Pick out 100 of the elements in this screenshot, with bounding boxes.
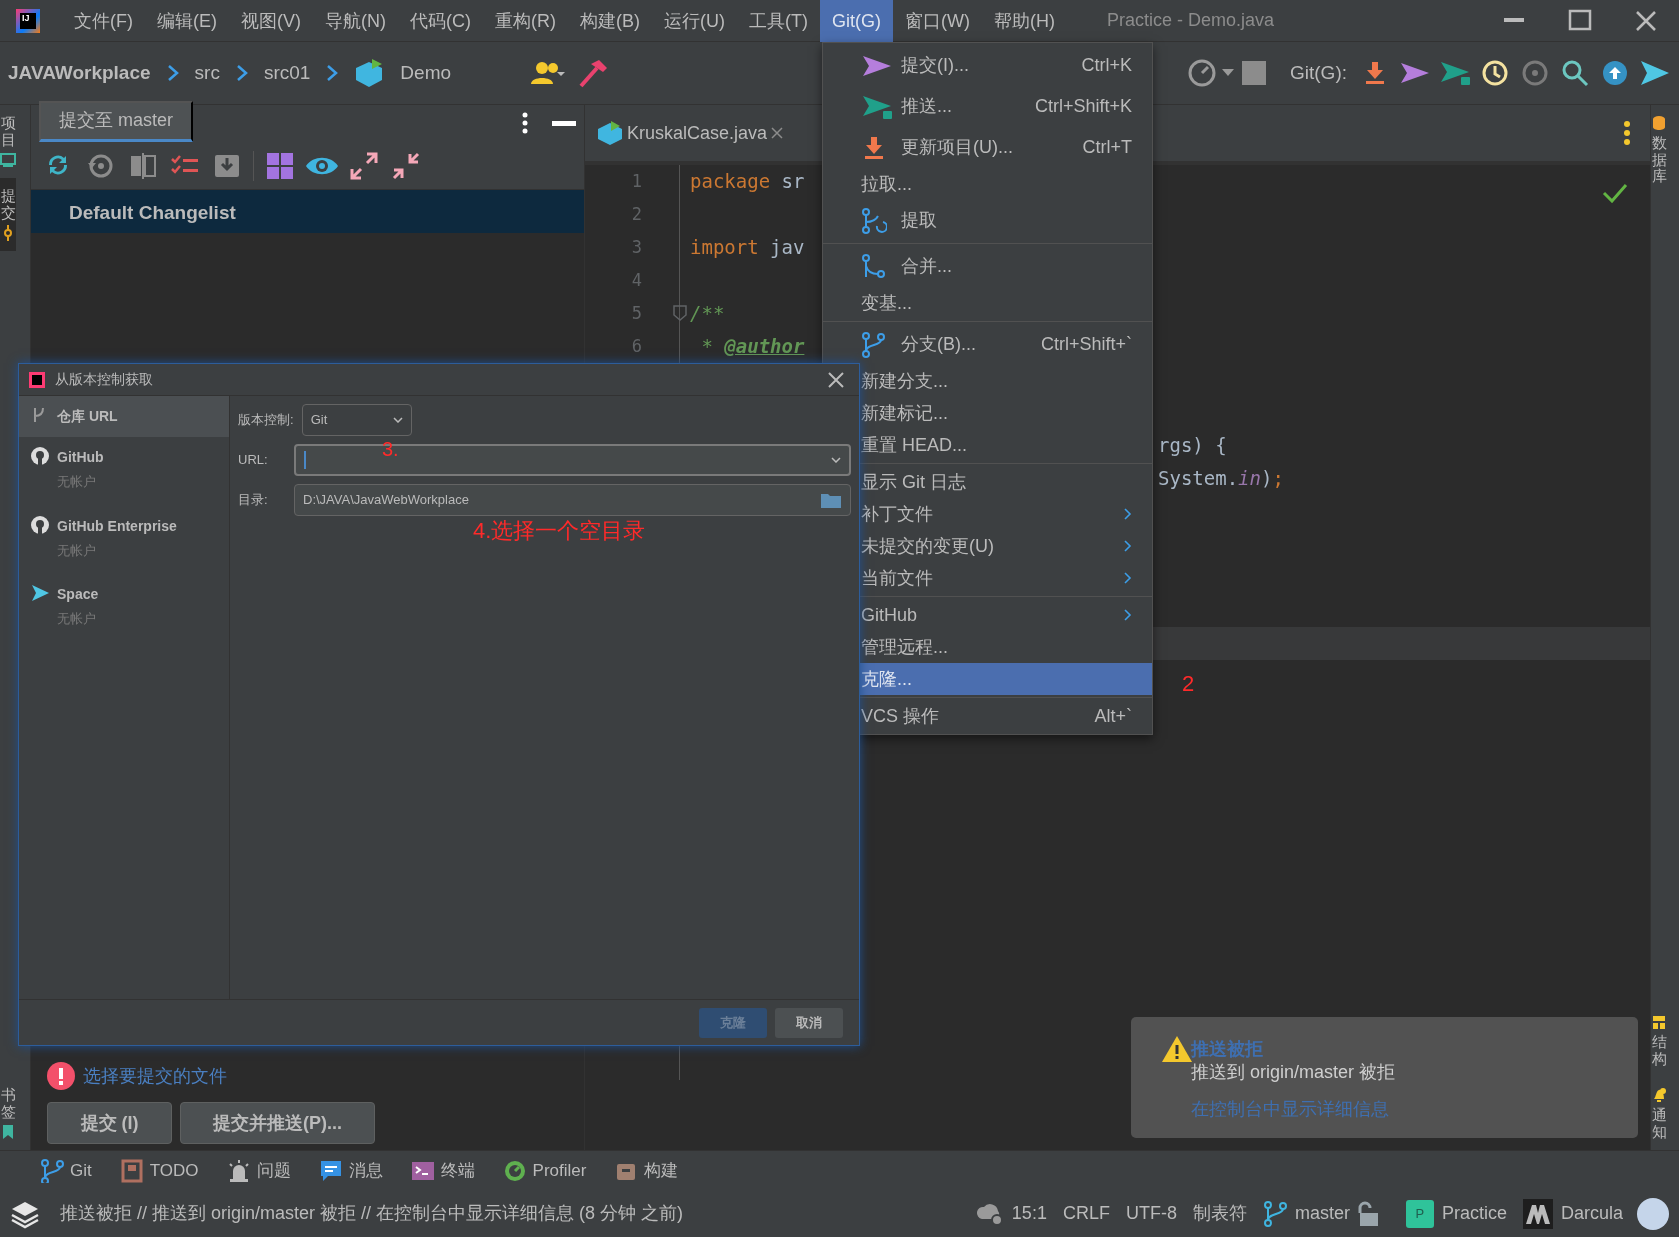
check-icon (1602, 183, 1628, 203)
tool-window-button[interactable]: 问题 (226, 1157, 291, 1184)
menu-item[interactable]: 构建(B) (568, 0, 652, 42)
tool-window-button[interactable]: TODO (119, 1157, 199, 1184)
menu-item[interactable]: 工具(T) (737, 0, 820, 42)
breadcrumb[interactable]: src01 (263, 58, 311, 88)
editor-tab[interactable]: KruskalCase.java (585, 105, 796, 161)
menu-item[interactable]: 视图(V) (229, 0, 313, 42)
history-icon[interactable] (1480, 58, 1510, 88)
version-control-select[interactable]: Git (301, 404, 412, 436)
branch-icon (40, 1158, 64, 1183)
merge-icon (861, 253, 887, 280)
upload-icon[interactable] (1602, 60, 1628, 86)
caret-icon[interactable] (1222, 69, 1234, 77)
commit-and-push-button[interactable]: 提交并推送(P)... (180, 1102, 375, 1144)
menu-item[interactable]: 重构(R) (483, 0, 568, 42)
code-line: package sr (690, 169, 806, 195)
menu-item[interactable]: 编辑(E) (145, 0, 229, 42)
line-separator[interactable]: CRLF (1054, 1200, 1118, 1227)
minimize-icon[interactable] (552, 120, 576, 126)
code-line: import jav (690, 235, 806, 261)
breadcrumb[interactable]: src (194, 58, 220, 88)
close-icon[interactable] (827, 370, 845, 389)
chevron-icon (326, 64, 339, 82)
line-number: 6 (630, 334, 642, 358)
expand-icon[interactable] (349, 150, 379, 181)
tool-window-button[interactable]: 终端 (410, 1157, 475, 1184)
menu-item[interactable]: 推送... Ctrl+Shift+K (823, 86, 1152, 127)
breadcrumb[interactable]: JAVAWorkplace (8, 58, 151, 88)
avatar[interactable] (1637, 1197, 1669, 1230)
menu-item[interactable]: 导航(N) (313, 0, 398, 42)
side-tab[interactable]: 通知 (1651, 1077, 1667, 1150)
people-icon[interactable] (531, 60, 565, 86)
more-icon[interactable] (522, 112, 528, 134)
line-number: 2 (630, 202, 642, 226)
commit-icon (861, 53, 893, 78)
cursor-position[interactable]: 15:1 (1003, 1200, 1055, 1227)
siren-icon (226, 1158, 251, 1183)
url-field[interactable] (294, 444, 851, 476)
side-tab[interactable]: 提交 (0, 178, 16, 251)
menu-item[interactable]: 分支(B)... Ctrl+Shift+` (823, 324, 1152, 365)
field-label: URL: (238, 451, 269, 470)
rollback-icon[interactable] (1520, 58, 1550, 88)
file-encoding[interactable]: UTF-8 (1117, 1200, 1185, 1227)
folder-icon[interactable] (820, 491, 842, 509)
tool-window-button[interactable]: 构建 (614, 1157, 679, 1184)
indent-setting[interactable]: 制表符 (1184, 1200, 1255, 1227)
diff-icon[interactable] (128, 150, 158, 181)
menu-item[interactable]: 文件(F) (62, 0, 145, 42)
side-tab[interactable]: 项目 (0, 105, 16, 178)
tool-window-button[interactable]: Git (40, 1157, 92, 1184)
menu-item[interactable]: 提交(I)... Ctrl+K (823, 45, 1152, 86)
push-icon[interactable] (1439, 60, 1471, 86)
breadcrumb[interactable]: Demo (400, 58, 452, 88)
menu-item[interactable]: 拉取... (823, 168, 1152, 200)
close-icon[interactable] (771, 127, 784, 139)
gauge-icon (502, 1158, 527, 1183)
side-tab[interactable]: 结构 (1651, 1004, 1667, 1077)
commit-button[interactable]: 提交 (I) (47, 1102, 172, 1144)
menu-item[interactable]: 提取 (823, 200, 1152, 241)
menu-item[interactable]: 合并... (823, 246, 1152, 287)
theme-widget[interactable]: Darcula (1514, 1198, 1631, 1229)
line-number: 5 (630, 301, 642, 325)
menu-item[interactable]: 窗口(W) (892, 0, 982, 42)
hammer-icon[interactable] (577, 58, 607, 88)
close-icon[interactable] (1634, 8, 1658, 33)
cancel-button[interactable]: 取消 (775, 1007, 843, 1038)
menu-item[interactable]: 帮助(H) (981, 0, 1067, 42)
directory-field[interactable]: D:\JAVA\JavaWebWorkplace (294, 484, 851, 516)
side-tab[interactable]: 数据库 (1651, 105, 1667, 195)
side-tab[interactable]: 书签 (0, 1077, 16, 1150)
commit-icon[interactable] (1399, 61, 1431, 85)
push-icon (861, 93, 893, 120)
tool-window-button[interactable]: Profiler (502, 1157, 587, 1184)
branch-widget[interactable]: master (1254, 1200, 1358, 1227)
menu-item[interactable]: 运行(U) (652, 0, 737, 42)
project-widget[interactable]: P Practice (1397, 1199, 1515, 1228)
more-icon[interactable] (1624, 121, 1630, 145)
tool-window-button[interactable]: 消息 (318, 1157, 383, 1184)
grid-icon[interactable] (265, 150, 295, 181)
gauge-icon[interactable] (1187, 58, 1217, 88)
panel-tab[interactable]: 提交至 master (39, 101, 193, 142)
changelist-row[interactable]: Default Changelist (31, 190, 584, 233)
text-cursor (304, 451, 306, 469)
dialog-nav-item[interactable]: 仓库 URL (19, 396, 229, 437)
app-icon (29, 371, 45, 388)
fold-icon[interactable] (673, 305, 687, 321)
line-number: 1 (630, 169, 642, 193)
menu-item[interactable]: 更新项目(U)... Ctrl+T (823, 127, 1152, 168)
menu-item[interactable]: 变基... (823, 287, 1152, 319)
search-icon[interactable] (1561, 59, 1589, 87)
status-message[interactable]: 推送被拒 // 推送到 origin/master 被拒 // 在控制台中显示详细信息 (8 分钟 之前) (52, 1200, 692, 1227)
app-logo[interactable]: IJ (16, 8, 40, 33)
github-icon (31, 447, 49, 465)
code-line: * @author (700, 334, 806, 360)
maximize-icon[interactable] (1568, 8, 1592, 33)
collapse-icon[interactable] (391, 150, 421, 181)
menu-item[interactable]: Git(G) (819, 0, 893, 42)
git-label: Git(G): (1290, 60, 1347, 85)
menu-item[interactable]: 代码(C) (398, 0, 483, 42)
